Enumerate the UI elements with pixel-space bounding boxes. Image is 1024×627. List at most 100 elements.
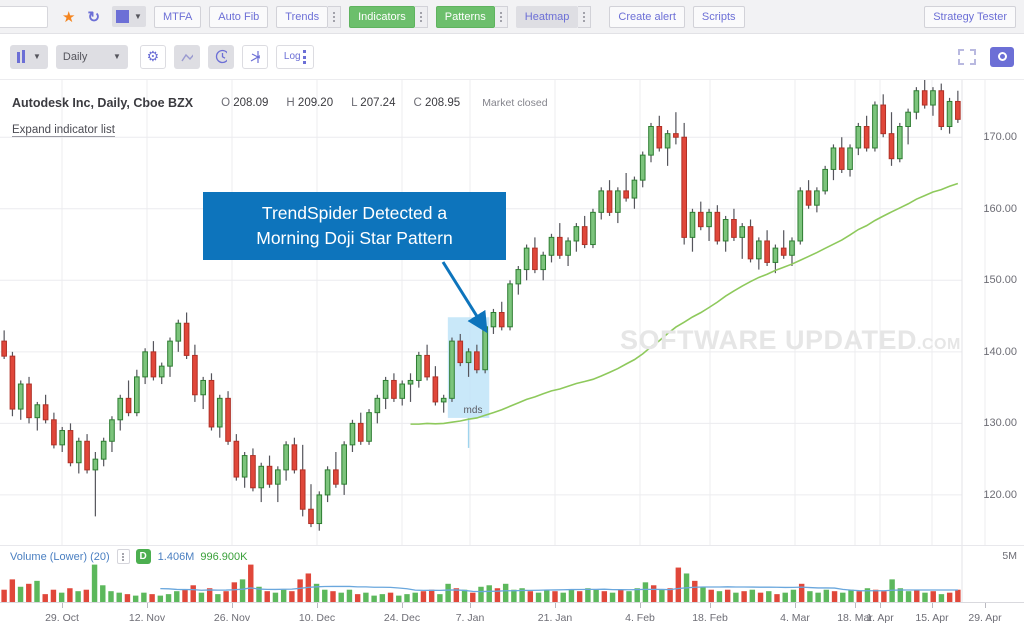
price-axis-label: 170.00	[983, 131, 1017, 144]
date-axis-label: 29. Apr	[968, 612, 1002, 624]
date-axis: 29. Oct 12. Nov 26. Nov 10. Dec 24. Dec 7. Ja…	[0, 602, 1024, 627]
trends-group: Trends	[276, 5, 342, 28]
price-axis-label: 120.00	[983, 488, 1017, 501]
date-tick-mark	[402, 603, 403, 608]
trends-menu-icon[interactable]	[328, 5, 342, 28]
mtfa-button[interactable]: MTFA	[153, 5, 202, 28]
open-label: O	[221, 97, 231, 109]
heatmap-group: Heatmap	[515, 5, 592, 28]
primary-toolbar: ★ ↻ ▼ MTFA Auto Fib Trends Indicators Pa…	[0, 0, 1024, 34]
scripts-button[interactable]: Scripts	[692, 5, 745, 28]
callout-line-1: TrendSpider Detected a	[261, 203, 448, 223]
log-scale-button[interactable]: Log	[275, 44, 314, 69]
volume-axis-label: 5M	[1002, 550, 1017, 562]
date-tick-mark	[62, 603, 63, 608]
symbol-info-bar: Autodesk Inc, Daily, Cboe BZX O 208.09 H…	[0, 88, 1024, 118]
page-title: Autodesk Inc, Daily, Cboe BZX	[12, 96, 194, 110]
price-axis-label: 140.00	[983, 345, 1017, 358]
color-swatch	[116, 10, 130, 23]
gear-icon: ⚙	[146, 48, 160, 64]
date-tick-mark	[317, 603, 318, 608]
create-alert-button[interactable]: Create alert	[609, 5, 685, 28]
date-tick-mark	[880, 603, 881, 608]
date-axis-label: 4. Mar	[780, 612, 810, 624]
favorite-star-icon[interactable]: ★	[62, 8, 75, 26]
date-axis-label: 29. Oct	[45, 612, 79, 624]
close-label: C	[413, 97, 422, 109]
date-tick-mark	[232, 603, 233, 608]
date-axis-label: 1. Apr	[866, 612, 894, 624]
line-chart-button[interactable]	[173, 44, 200, 69]
date-axis-label: 12. Nov	[128, 612, 166, 624]
price-axis-label: 130.00	[983, 417, 1017, 430]
chart-type-selector[interactable]: ▼	[10, 44, 48, 69]
log-axis-icon	[302, 49, 306, 64]
camera-icon[interactable]	[990, 46, 1014, 67]
chart-settings-button[interactable]: ⚙	[139, 44, 166, 69]
crosshair-button[interactable]	[241, 44, 268, 69]
price-chart[interactable]	[0, 80, 1024, 545]
chart-toolbar: ▼ Daily ▼ ⚙ Log	[0, 34, 1024, 80]
date-tick-mark	[795, 603, 796, 608]
line-chart-icon	[181, 53, 193, 61]
date-tick-mark	[855, 603, 856, 608]
patterns-button[interactable]: Patterns	[435, 5, 495, 28]
date-axis-label: 24. Dec	[383, 612, 421, 624]
timeframe-label: Daily	[62, 50, 88, 63]
ohlc-open: O 208.09	[221, 97, 268, 109]
low-label: L	[351, 97, 358, 109]
volume-ma-value: 1.406M	[157, 550, 195, 563]
open-value: 208.09	[233, 97, 269, 109]
volume-value: 996.900K	[200, 550, 248, 563]
ohlc-low: L 207.24	[351, 97, 395, 109]
date-axis-label: 7. Jan	[455, 612, 485, 624]
candlestick-icon	[17, 50, 25, 63]
low-value: 207.24	[360, 97, 396, 109]
indicators-menu-icon[interactable]	[414, 5, 428, 28]
pattern-annotation-callout[interactable]: TrendSpider Detected a Morning Doji Star…	[203, 192, 506, 260]
date-axis-label: 26. Nov	[213, 612, 251, 624]
indicators-button[interactable]: Indicators	[349, 5, 415, 28]
high-label: H	[286, 97, 295, 109]
crosshair-icon	[250, 50, 260, 63]
date-tick-mark	[985, 603, 986, 608]
volume-menu-icon[interactable]	[116, 549, 130, 564]
auto-fib-button[interactable]: Auto Fib	[209, 5, 269, 28]
ohlc-high: H 209.20	[286, 97, 333, 109]
callout-line-2: Morning Doji Star Pattern	[256, 228, 453, 248]
fullscreen-icon[interactable]	[958, 48, 976, 65]
date-axis-label: 10. Dec	[298, 612, 336, 624]
pattern-tag-label: mds	[463, 405, 483, 416]
date-axis-label: 21. Jan	[537, 612, 573, 624]
price-chart-svg	[0, 80, 986, 545]
clock-icon	[215, 49, 227, 64]
date-tick-mark	[640, 603, 641, 608]
heatmap-button[interactable]: Heatmap	[515, 5, 579, 28]
volume-indicator-name[interactable]: Volume (Lower) (20)	[10, 551, 110, 563]
market-status: Market closed	[482, 97, 548, 109]
price-axis-label: 160.00	[983, 202, 1017, 215]
close-value: 208.95	[425, 97, 461, 109]
date-tick-mark	[147, 603, 148, 608]
date-axis-label: 18. Feb	[692, 612, 728, 624]
date-tick-mark	[932, 603, 933, 608]
indicators-group: Indicators	[349, 5, 428, 28]
patterns-menu-icon[interactable]	[494, 5, 508, 28]
refresh-icon[interactable]: ↻	[87, 8, 100, 26]
date-axis-label: 4. Feb	[625, 612, 655, 624]
heatmap-menu-icon[interactable]	[578, 5, 592, 28]
price-axis-label: 150.00	[983, 274, 1017, 287]
volume-timeframe-badge[interactable]: D	[135, 549, 151, 564]
trends-button[interactable]: Trends	[276, 5, 329, 28]
chevron-down-icon: ▼	[134, 12, 142, 21]
color-picker[interactable]: ▼	[112, 6, 146, 27]
date-axis-label: 15. Apr	[915, 612, 949, 624]
timeframe-selector[interactable]: Daily ▼	[55, 44, 128, 69]
ohlc-close: C 208.95	[413, 97, 460, 109]
expand-indicator-list-link[interactable]: Expand indicator list	[12, 124, 115, 137]
strategy-tester-button[interactable]: Strategy Tester	[924, 5, 1016, 28]
symbol-search-input[interactable]	[0, 5, 48, 28]
patterns-group: Patterns	[435, 5, 508, 28]
camera-lens	[997, 52, 1007, 61]
time-settings-button[interactable]	[207, 44, 234, 69]
